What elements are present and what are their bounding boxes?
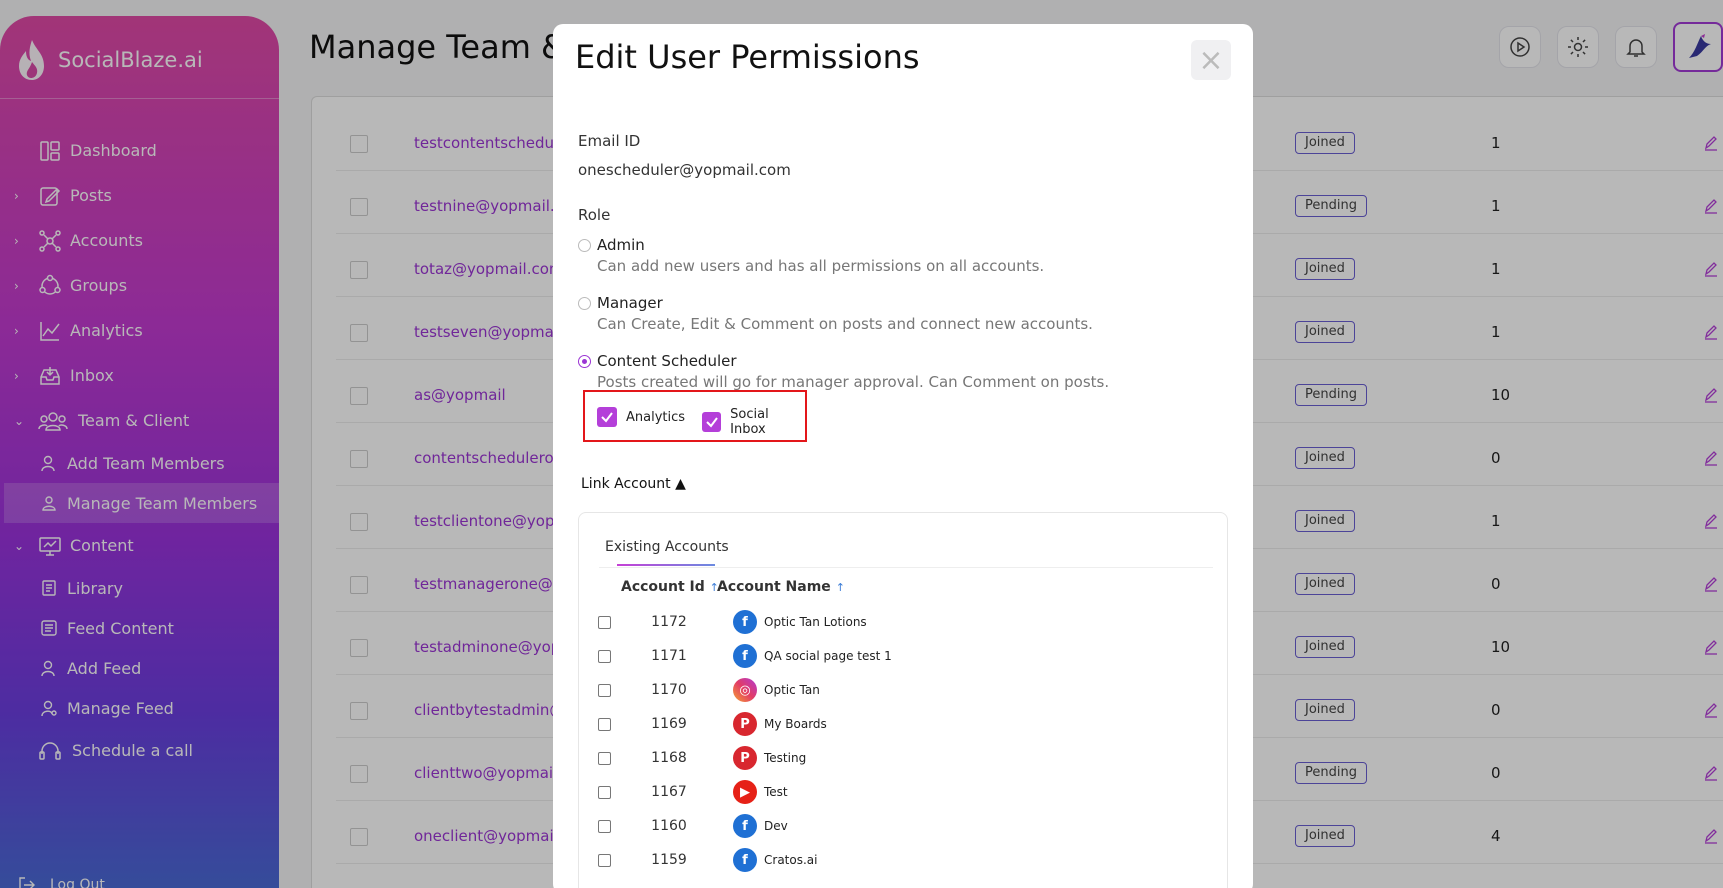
role-description: Can add new users and has all permission… bbox=[597, 257, 1045, 275]
account-checkbox[interactable] bbox=[598, 786, 611, 799]
account-name: Test bbox=[764, 785, 788, 799]
account-name: Optic Tan Lotions bbox=[764, 615, 867, 629]
account-row: 1170 ◎ Optic Tan bbox=[579, 674, 1227, 708]
facebook-icon: f bbox=[733, 814, 757, 838]
active-tab-underline bbox=[617, 564, 715, 566]
account-name: Dev bbox=[764, 819, 788, 833]
account-checkbox[interactable] bbox=[598, 684, 611, 697]
role-label: Role bbox=[578, 206, 611, 224]
account-row: 1169 P My Boards bbox=[579, 708, 1227, 742]
account-id: 1168 bbox=[651, 750, 687, 766]
checkmark-icon bbox=[601, 412, 613, 423]
account-name: Testing bbox=[764, 751, 807, 765]
permission-label: Analytics bbox=[626, 409, 686, 425]
account-id: 1171 bbox=[651, 648, 687, 664]
permission-analytics[interactable]: Analytics bbox=[597, 407, 685, 427]
account-row: 1168 P Testing bbox=[579, 742, 1227, 776]
role-radio-admin[interactable] bbox=[578, 239, 591, 252]
edit-permissions-modal: Edit User Permissions × Email ID onesche… bbox=[553, 24, 1253, 888]
account-row: 1171 f QA social page test 1 bbox=[579, 640, 1227, 674]
youtube-icon: ▶ bbox=[733, 780, 757, 804]
permission-label: Social Inbox bbox=[730, 407, 769, 437]
account-row: 1159 f Cratos.ai bbox=[579, 844, 1227, 878]
email-value: onescheduler@yopmail.com bbox=[578, 161, 791, 179]
column-header-account-id[interactable]: Account Id ↑ bbox=[621, 579, 719, 595]
role-name: Manager bbox=[597, 294, 663, 312]
role-radio-content-scheduler[interactable] bbox=[578, 355, 591, 368]
close-icon: × bbox=[1198, 42, 1224, 78]
facebook-icon: f bbox=[733, 610, 757, 634]
account-row: 1167 ▶ Test bbox=[579, 776, 1227, 810]
account-name: QA social page test 1 bbox=[764, 649, 892, 663]
account-checkbox[interactable] bbox=[598, 650, 611, 663]
account-id: 1160 bbox=[651, 818, 687, 834]
role-name: Admin bbox=[597, 236, 645, 254]
account-checkbox[interactable] bbox=[598, 854, 611, 867]
facebook-icon: f bbox=[733, 644, 757, 668]
pinterest-icon: P bbox=[733, 746, 757, 770]
account-row: 1160 f Dev bbox=[579, 810, 1227, 844]
account-checkbox[interactable] bbox=[598, 616, 611, 629]
account-id: 1172 bbox=[651, 614, 687, 630]
account-row: 1172 f Optic Tan Lotions bbox=[579, 606, 1227, 640]
tab-existing-accounts[interactable]: Existing Accounts bbox=[605, 539, 729, 555]
permissions-highlight: Analytics Social Inbox bbox=[583, 390, 807, 442]
modal-title: Edit User Permissions bbox=[575, 38, 920, 76]
checkmark-icon bbox=[705, 417, 718, 428]
account-id: 1159 bbox=[651, 852, 687, 868]
account-name: Optic Tan bbox=[764, 683, 820, 697]
permission-social-inbox[interactable]: Social Inbox bbox=[702, 407, 805, 437]
column-header-label: Account Name bbox=[717, 579, 831, 595]
tab-divider bbox=[599, 567, 1213, 568]
account-name: My Boards bbox=[764, 717, 827, 731]
account-checkbox[interactable] bbox=[598, 718, 611, 731]
role-description: Posts created will go for manager approv… bbox=[597, 373, 1110, 391]
account-checkbox[interactable] bbox=[598, 752, 611, 765]
account-id: 1170 bbox=[651, 682, 687, 698]
account-id: 1169 bbox=[651, 716, 687, 732]
instagram-icon: ◎ bbox=[733, 678, 757, 702]
account-name: Cratos.ai bbox=[764, 853, 818, 867]
column-header-account-name[interactable]: Account Name ↑ bbox=[717, 579, 845, 595]
social-inbox-checkbox[interactable] bbox=[702, 412, 722, 432]
sort-arrow-icon[interactable]: ↑ bbox=[836, 581, 845, 594]
role-description: Can Create, Edit & Comment on posts and … bbox=[597, 315, 1093, 333]
column-header-label: Account Id bbox=[621, 579, 705, 595]
role-name: Content Scheduler bbox=[597, 352, 737, 370]
analytics-checkbox[interactable] bbox=[597, 407, 617, 427]
email-label: Email ID bbox=[578, 132, 641, 150]
account-checkbox[interactable] bbox=[598, 820, 611, 833]
account-id: 1167 bbox=[651, 784, 687, 800]
role-radio-manager[interactable] bbox=[578, 297, 591, 310]
close-button[interactable]: × bbox=[1191, 40, 1231, 80]
pinterest-icon: P bbox=[733, 712, 757, 736]
link-account-toggle[interactable]: Link Account ▲ bbox=[581, 476, 686, 492]
facebook-icon: f bbox=[733, 848, 757, 872]
existing-accounts-panel: Existing Accounts Account Id ↑ Account N… bbox=[578, 512, 1228, 888]
